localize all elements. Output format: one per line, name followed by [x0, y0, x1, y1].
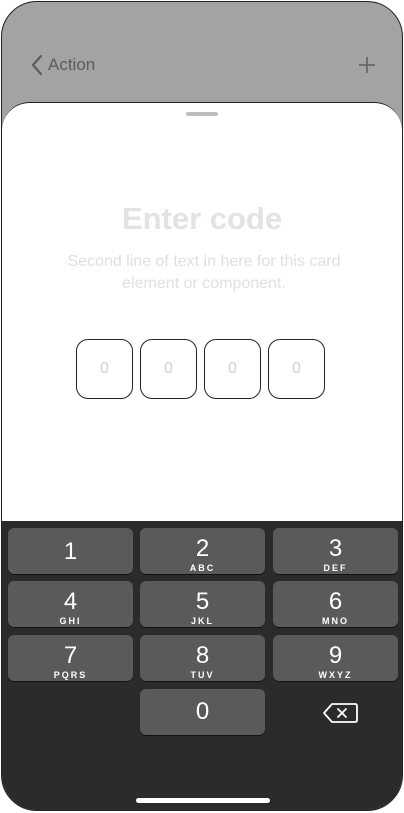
key-8[interactable]: 8 TUV [140, 635, 265, 681]
code-digit-4[interactable]: 0 [268, 339, 325, 399]
key-number: 5 [195, 588, 210, 615]
key-letters: TUV [190, 670, 215, 680]
code-input-row: 0 0 0 0 [76, 339, 325, 399]
backspace-icon[interactable] [320, 701, 360, 725]
key-number: 8 [195, 642, 210, 669]
key-0[interactable]: 0 [140, 689, 265, 735]
sheet-subtitle: Second line of text in here for this car… [67, 253, 341, 292]
back-button-label: Action [48, 55, 96, 74]
key-letters: PQRS [53, 670, 88, 680]
back-button[interactable]: Action [30, 54, 95, 76]
key-letters: GHI [59, 616, 82, 626]
home-indicator[interactable] [136, 798, 270, 803]
key-3[interactable]: 3 DEF [273, 528, 398, 574]
key-number: 6 [328, 588, 343, 615]
key-1[interactable]: 1 [8, 528, 133, 574]
key-letters: ABC [189, 563, 216, 573]
code-digit-2[interactable]: 0 [140, 339, 197, 399]
sheet-title: Enter code [121, 201, 283, 236]
sheet-grabber[interactable] [186, 112, 218, 116]
key-number: 1 [63, 538, 78, 565]
plus-icon[interactable] [354, 52, 380, 78]
key-2[interactable]: 2 ABC [140, 528, 265, 574]
navigation-bar: Action [2, 2, 402, 112]
key-9[interactable]: 9 WXYZ [273, 635, 398, 681]
chevron-left-icon [31, 54, 43, 76]
phone-screen: Action Enter code Second line of text in… [1, 1, 403, 811]
key-number: 0 [195, 698, 210, 725]
key-letters: DEF [323, 563, 348, 573]
key-number: 3 [328, 535, 343, 562]
key-letters: MNO [322, 616, 349, 626]
key-number: 7 [63, 642, 78, 669]
key-number: 9 [328, 642, 343, 669]
key-7[interactable]: 7 PQRS [8, 635, 133, 681]
key-number: 2 [195, 535, 210, 562]
key-5[interactable]: 5 JKL [140, 581, 265, 627]
key-letters: WXYZ [318, 670, 353, 680]
key-4[interactable]: 4 GHI [8, 581, 133, 627]
key-number: 4 [63, 588, 78, 615]
code-digit-1[interactable]: 0 [76, 339, 133, 399]
code-digit-3[interactable]: 0 [204, 339, 261, 399]
key-letters: JKL [190, 616, 214, 626]
key-6[interactable]: 6 MNO [273, 581, 398, 627]
bottom-sheet: Enter code Second line of text in here f… [2, 102, 402, 533]
numeric-keypad: 1 2 ABC 3 DEF 4 GHI 5 JKL 6 MNO 7 PQRS 8… [2, 521, 402, 810]
